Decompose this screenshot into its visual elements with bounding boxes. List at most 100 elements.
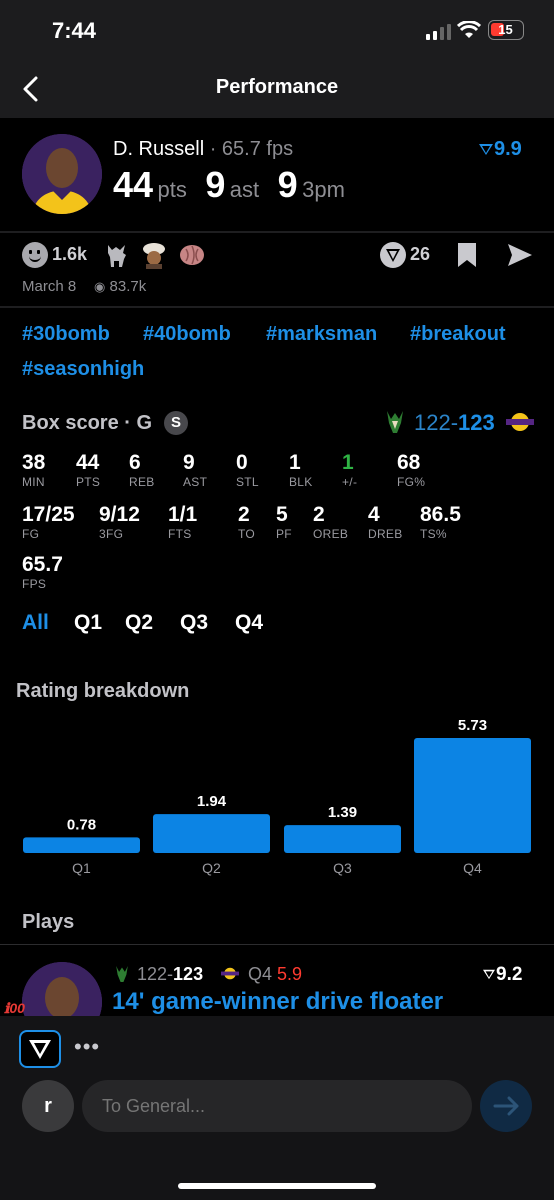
tag-30bomb[interactable]: #30bomb bbox=[22, 323, 110, 346]
divider bbox=[0, 944, 554, 945]
stat-oreb: 2 OREB bbox=[313, 503, 348, 541]
chart-category-label: Q3 bbox=[333, 860, 352, 876]
stat-value: 65.7 bbox=[22, 553, 63, 576]
chart-bar-q3 bbox=[284, 825, 401, 853]
stat-label: DREB bbox=[368, 527, 403, 541]
app-logo-button[interactable] bbox=[19, 1030, 61, 1068]
bookmark-icon[interactable] bbox=[456, 241, 478, 269]
ast-value: 9 bbox=[205, 164, 226, 205]
tab-q3[interactable]: Q3 bbox=[180, 611, 208, 635]
goat-icon[interactable] bbox=[104, 241, 130, 269]
app-logo-icon bbox=[29, 1040, 51, 1059]
box-score-title: Box score · G bbox=[22, 412, 153, 434]
status-bar: 7:44 15 bbox=[0, 0, 554, 60]
stat-label: +/- bbox=[342, 475, 358, 489]
stat-label: FG% bbox=[397, 475, 426, 489]
chart-value-label: 1.39 bbox=[328, 804, 357, 821]
stat-value: 0 bbox=[236, 451, 248, 474]
play-score: 122-123 bbox=[137, 964, 204, 984]
chart-category-label: Q1 bbox=[72, 860, 91, 876]
stat-value: 38 bbox=[22, 451, 46, 474]
comment-logo-icon[interactable] bbox=[380, 242, 406, 268]
player-rating-value: 9.9 bbox=[494, 138, 522, 160]
bucks-logo-icon bbox=[116, 966, 128, 982]
stat-value: 4 bbox=[368, 503, 380, 526]
lakers-logo-icon bbox=[221, 967, 239, 980]
stat-ast: 9 AST bbox=[183, 451, 207, 489]
send-arrow-icon bbox=[493, 1096, 519, 1116]
stat-pts: 44 PTS bbox=[76, 451, 100, 489]
chart-category-label: Q4 bbox=[463, 860, 482, 876]
message-input[interactable] bbox=[82, 1080, 472, 1132]
play-quarter-rating: 5.9 bbox=[277, 964, 303, 984]
stat-value: 2 bbox=[238, 503, 250, 526]
score-away: 123 bbox=[458, 410, 495, 435]
stat-min: 38 MIN bbox=[22, 451, 45, 489]
page-title: Performance bbox=[215, 76, 339, 98]
chef-icon[interactable] bbox=[140, 241, 168, 269]
chart-value-label: 1.94 bbox=[197, 793, 227, 810]
player-stats-line: 44 pts 9 ast 9 3pm bbox=[113, 164, 345, 206]
stat-value: 44 bbox=[76, 451, 100, 474]
rating-chart-svg: 0.78 Q1 1.94 Q2 1.39 Q3 5.73 Q4 bbox=[23, 717, 531, 876]
smiley-icon[interactable] bbox=[22, 242, 48, 268]
tag-40bomb[interactable]: #40bomb bbox=[143, 323, 231, 346]
comment-count: 26 bbox=[410, 244, 431, 264]
pts-label: pts bbox=[157, 177, 187, 202]
reaction-count: 1.6k bbox=[52, 244, 88, 264]
stat-blk: 1 BLK bbox=[289, 451, 313, 489]
stat-value: 17/25 bbox=[22, 503, 75, 526]
rating-logo-icon bbox=[483, 969, 495, 980]
stat-value: 86.5 bbox=[420, 503, 461, 526]
home-indicator bbox=[178, 1183, 376, 1189]
pts-value: 44 bbox=[113, 164, 154, 205]
divider bbox=[0, 306, 554, 308]
user-avatar[interactable]: r bbox=[22, 1080, 74, 1132]
stat-value: 1/1 bbox=[168, 503, 198, 526]
stat-fg: 17/25 FG bbox=[22, 503, 75, 541]
stat-3fg: 9/12 3FG bbox=[99, 503, 140, 541]
stat-to: 2 TO bbox=[238, 503, 255, 541]
play-headline[interactable]: 14' game-winner drive floater bbox=[112, 988, 443, 1016]
post-date: March 8 bbox=[22, 278, 77, 295]
tab-q2[interactable]: Q2 bbox=[125, 611, 153, 635]
stat-fps: 65.7 FPS bbox=[22, 553, 63, 591]
send-button[interactable] bbox=[480, 1080, 532, 1132]
chart-bar-q1 bbox=[23, 837, 140, 853]
hundred-emoji-icon: ℹ00 bbox=[4, 1000, 25, 1016]
stat-reb: 6 REB bbox=[129, 451, 155, 489]
stat-stl: 0 STL bbox=[236, 451, 259, 489]
rating-breakdown-chart: 0.78 Q1 1.94 Q2 1.39 Q3 5.73 Q4 bbox=[0, 700, 554, 880]
chart-value-label: 0.78 bbox=[67, 816, 96, 833]
view-count: 83.7k bbox=[109, 278, 147, 295]
tab-q4[interactable]: Q4 bbox=[235, 611, 263, 635]
tpm-label: 3pm bbox=[302, 177, 345, 202]
battery-level: 15 bbox=[498, 22, 513, 37]
tab-all[interactable]: All bbox=[22, 611, 49, 635]
tab-q1[interactable]: Q1 bbox=[74, 611, 102, 635]
stat-label: AST bbox=[183, 475, 208, 489]
plays-title: Plays bbox=[22, 911, 75, 933]
nav-bar: Performance bbox=[0, 60, 554, 118]
lakers-logo-icon bbox=[506, 413, 534, 431]
stat-fg: 68 FG% bbox=[397, 451, 425, 489]
tag-marksman[interactable]: #marksman bbox=[266, 323, 377, 346]
brain-icon[interactable] bbox=[178, 241, 206, 269]
status-time: 7:44 bbox=[52, 18, 97, 43]
stat-dreb: 4 DREB bbox=[368, 503, 403, 541]
stat-value: 9/12 bbox=[99, 503, 140, 526]
tag-seasonhigh[interactable]: #seasonhigh bbox=[22, 358, 144, 381]
player-avatar[interactable] bbox=[22, 134, 102, 214]
stat-value: 5 bbox=[276, 503, 288, 526]
eye-icon: ◉ bbox=[94, 279, 106, 294]
ast-label: ast bbox=[229, 177, 260, 202]
tpm-value: 9 bbox=[277, 164, 298, 205]
chart-bar-q2 bbox=[153, 814, 270, 853]
tag-breakout[interactable]: #breakout bbox=[410, 323, 506, 346]
player-name[interactable]: D. Russell bbox=[113, 138, 204, 160]
chart-bar-q4 bbox=[414, 738, 531, 853]
share-send-icon[interactable] bbox=[506, 242, 534, 268]
cellular-signal-icon bbox=[426, 24, 451, 40]
views-line: ◉ 83.7k bbox=[94, 278, 146, 295]
more-options-icon[interactable]: ••• bbox=[74, 1034, 100, 1060]
